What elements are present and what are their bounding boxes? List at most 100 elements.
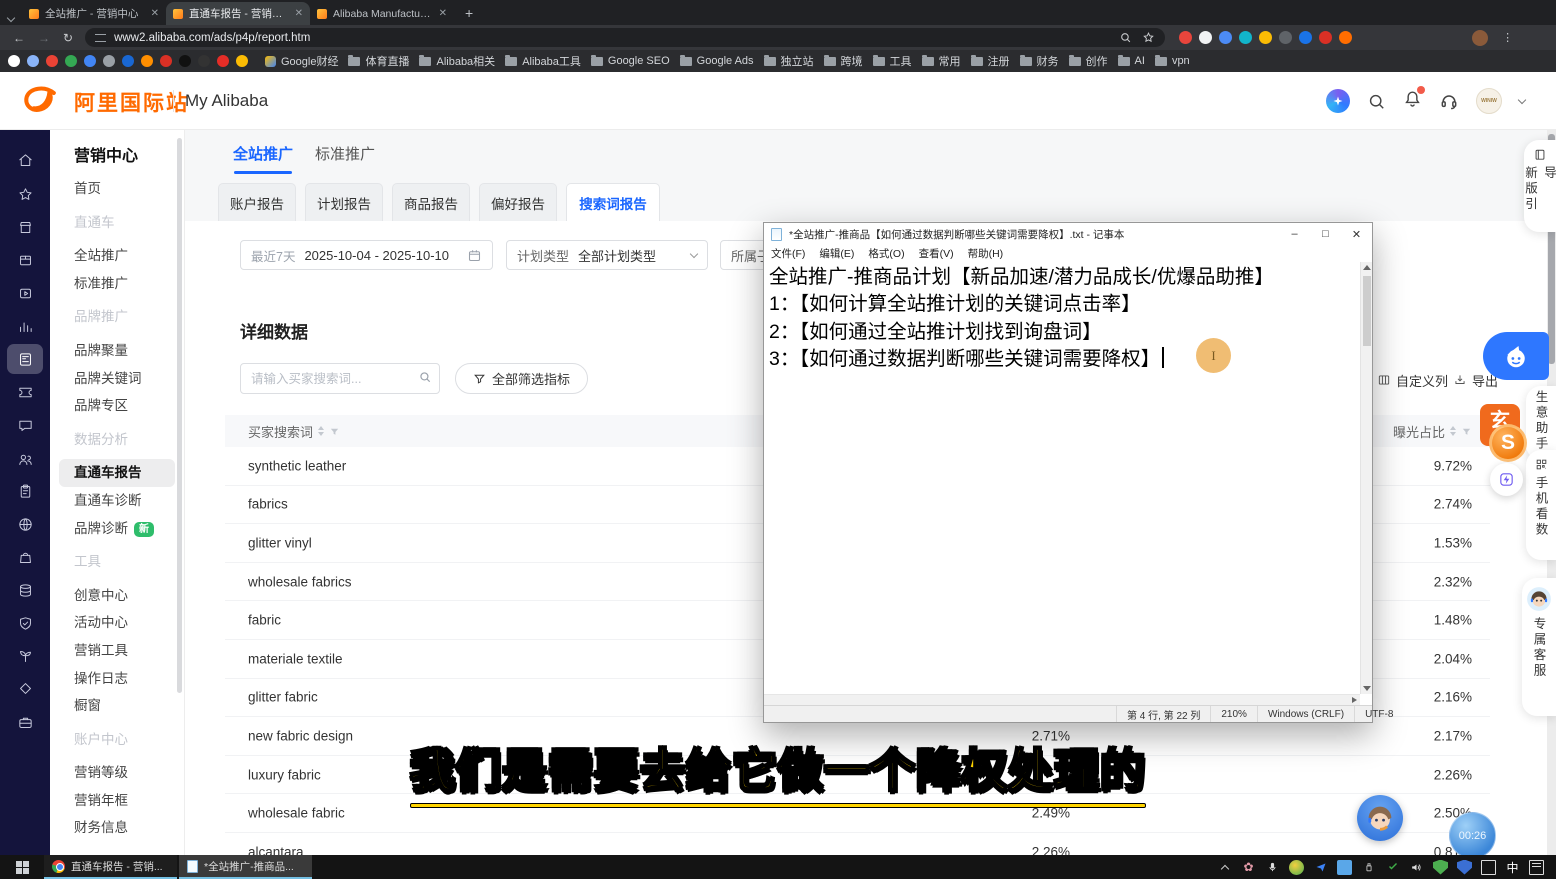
- tray-volume-icon[interactable]: [1409, 860, 1424, 875]
- maximize-button[interactable]: □: [1310, 223, 1341, 245]
- action-center-icon[interactable]: [1529, 860, 1544, 875]
- ime-indicator[interactable]: 中: [1505, 860, 1520, 875]
- membership-diamond-icon[interactable]: [1326, 89, 1350, 113]
- report-tab[interactable]: 商品报告: [392, 183, 470, 221]
- skype-icon[interactable]: S: [1489, 424, 1527, 462]
- notepad-horizontal-scrollbar[interactable]: [764, 694, 1360, 705]
- start-button[interactable]: [0, 855, 44, 879]
- extension-icon[interactable]: [1319, 31, 1332, 44]
- browser-tab[interactable]: 全站推广 - 营销中心✕: [22, 2, 166, 25]
- sidebar-item[interactable]: 活动中心: [50, 609, 184, 637]
- rail-video-icon[interactable]: [0, 279, 50, 307]
- tab-close-icon[interactable]: ✕: [439, 8, 447, 19]
- notepad-menu-item[interactable]: 格式(O): [861, 246, 911, 261]
- report-tab[interactable]: 计划报告: [305, 183, 383, 221]
- rail-sparkle-icon[interactable]: [0, 674, 50, 702]
- account-chevron-icon[interactable]: [1518, 95, 1526, 103]
- notepad-text[interactable]: 全站推广-推商品计划【新品加速/潜力品成长/优爆品助推】1：【如何计算全站推计划…: [764, 262, 1360, 694]
- sidebar-item[interactable]: 直通车报告: [59, 459, 175, 487]
- bookmark-item[interactable]: Google财经: [265, 53, 338, 69]
- sort-icons[interactable]: [1450, 426, 1456, 436]
- bookmark-favicon-icon[interactable]: [122, 55, 134, 67]
- bookmark-item[interactable]: 体育直播: [348, 53, 409, 69]
- lightning-tool-icon[interactable]: [1490, 463, 1523, 496]
- bookmark-item[interactable]: AI: [1118, 55, 1145, 67]
- tray-shield-icon[interactable]: [1457, 860, 1472, 875]
- bookmark-star-icon[interactable]: [1142, 31, 1155, 44]
- custom-columns-button[interactable]: 自定义列: [1377, 370, 1448, 390]
- sidebar-item[interactable]: 品牌专区: [50, 392, 184, 420]
- sidebar-item[interactable]: 营销等级: [50, 759, 184, 787]
- minimize-button[interactable]: –: [1279, 223, 1310, 245]
- extension-icon[interactable]: [1279, 31, 1292, 44]
- sidebar-item[interactable]: 橱窗: [50, 692, 184, 720]
- column-filter-icon[interactable]: [1461, 426, 1472, 437]
- back-icon[interactable]: ←: [13, 31, 25, 45]
- column-filter-icon[interactable]: [329, 426, 340, 437]
- bookmark-favicon-icon[interactable]: [27, 55, 39, 67]
- profile-avatar[interactable]: [1472, 30, 1488, 46]
- plan-type-select[interactable]: 计划类型 全部计划类型: [506, 240, 708, 270]
- sidebar-item[interactable]: 首页: [50, 175, 184, 203]
- browser-tab[interactable]: Alibaba Manufacturer Direct✕: [310, 2, 454, 25]
- tray-app2-icon[interactable]: [1313, 860, 1328, 875]
- mobile-data-pill[interactable]: 手机看数: [1526, 450, 1556, 560]
- rail-shield-icon[interactable]: [0, 609, 50, 637]
- rail-plant-icon[interactable]: [0, 642, 50, 670]
- notepad-titlebar[interactable]: *全站推广-推商品【如何通过数据判断哪些关键词需要降权】.txt - 记事本 –…: [764, 223, 1372, 245]
- rail-ad-report-icon[interactable]: [7, 344, 43, 374]
- forward-icon[interactable]: →: [38, 31, 50, 45]
- rail-box-icon[interactable]: [0, 246, 50, 274]
- bookmark-favicon-icon[interactable]: [236, 55, 248, 67]
- rail-ticket-icon[interactable]: [0, 378, 50, 406]
- sidebar-item[interactable]: 直通车诊断: [50, 487, 184, 515]
- new-version-guide-pill[interactable]: 新版引导: [1524, 140, 1556, 232]
- address-bar[interactable]: www2.alibaba.com/ads/p4p/report.htm: [85, 28, 1165, 47]
- bookmark-item[interactable]: 注册: [971, 53, 1010, 69]
- bookmark-favicon-icon[interactable]: [160, 55, 172, 67]
- business-assistant-mascot[interactable]: [1483, 332, 1549, 380]
- tray-flower-icon[interactable]: ✿: [1241, 860, 1256, 875]
- bookmark-favicon-icon[interactable]: [84, 55, 96, 67]
- extension-icon[interactable]: [1239, 31, 1252, 44]
- sidebar-item[interactable]: 财务信息: [50, 814, 184, 842]
- input-search-icon[interactable]: [418, 370, 432, 384]
- close-button[interactable]: ✕: [1341, 223, 1372, 245]
- bookmark-item[interactable]: Alibaba相关: [419, 53, 495, 69]
- notepad-window[interactable]: *全站推广-推商品【如何通过数据判断哪些关键词需要降权】.txt - 记事本 –…: [763, 222, 1373, 723]
- chat-widget-avatar[interactable]: [1357, 795, 1403, 841]
- browser-menu-icon[interactable]: ⋮: [1502, 31, 1513, 44]
- bookmark-item[interactable]: vpn: [1155, 55, 1190, 67]
- bookmark-favicon-icon[interactable]: [141, 55, 153, 67]
- extension-icon[interactable]: [1199, 31, 1212, 44]
- bookmark-favicon-icon[interactable]: [103, 55, 115, 67]
- site-info-icon[interactable]: [95, 34, 106, 42]
- bookmark-item[interactable]: Alibaba工具: [505, 53, 581, 69]
- rail-star-icon[interactable]: [0, 180, 50, 208]
- date-range-picker[interactable]: 最近7天 2025-10-04 - 2025-10-10: [240, 240, 493, 270]
- sidebar-item[interactable]: 品牌诊断新: [50, 515, 184, 543]
- rail-chat-icon[interactable]: [0, 411, 50, 439]
- bookmark-item[interactable]: 独立站: [764, 53, 814, 69]
- notifications-bell-icon[interactable]: [1403, 89, 1422, 113]
- report-tab[interactable]: 账户报告: [218, 183, 296, 221]
- bookmark-favicon-icon[interactable]: [179, 55, 191, 67]
- bookmark-favicon-icon[interactable]: [65, 55, 77, 67]
- tab-search-icon[interactable]: [8, 8, 14, 26]
- reload-icon[interactable]: ↻: [63, 31, 73, 45]
- notepad-menu-item[interactable]: 帮助(H): [961, 246, 1011, 261]
- taskbar-notepad-task[interactable]: *全站推广-推商品...: [179, 855, 312, 879]
- tray-defender-icon[interactable]: [1433, 860, 1448, 875]
- bookmark-item[interactable]: 工具: [873, 53, 912, 69]
- extension-icon[interactable]: [1299, 31, 1312, 44]
- sidebar-item[interactable]: 营销工具: [50, 637, 184, 665]
- notepad-menu-item[interactable]: 查看(V): [912, 246, 961, 261]
- tray-display-icon[interactable]: [1481, 860, 1496, 875]
- extension-icon[interactable]: [1219, 31, 1232, 44]
- sort-icons[interactable]: [318, 426, 324, 436]
- extension-icon[interactable]: [1339, 31, 1352, 44]
- sidebar-item[interactable]: 标准推广: [50, 270, 184, 298]
- omnibox-search-icon[interactable]: [1119, 31, 1132, 44]
- support-headset-icon[interactable]: [1439, 91, 1459, 111]
- bookmark-item[interactable]: Google Ads: [680, 55, 754, 67]
